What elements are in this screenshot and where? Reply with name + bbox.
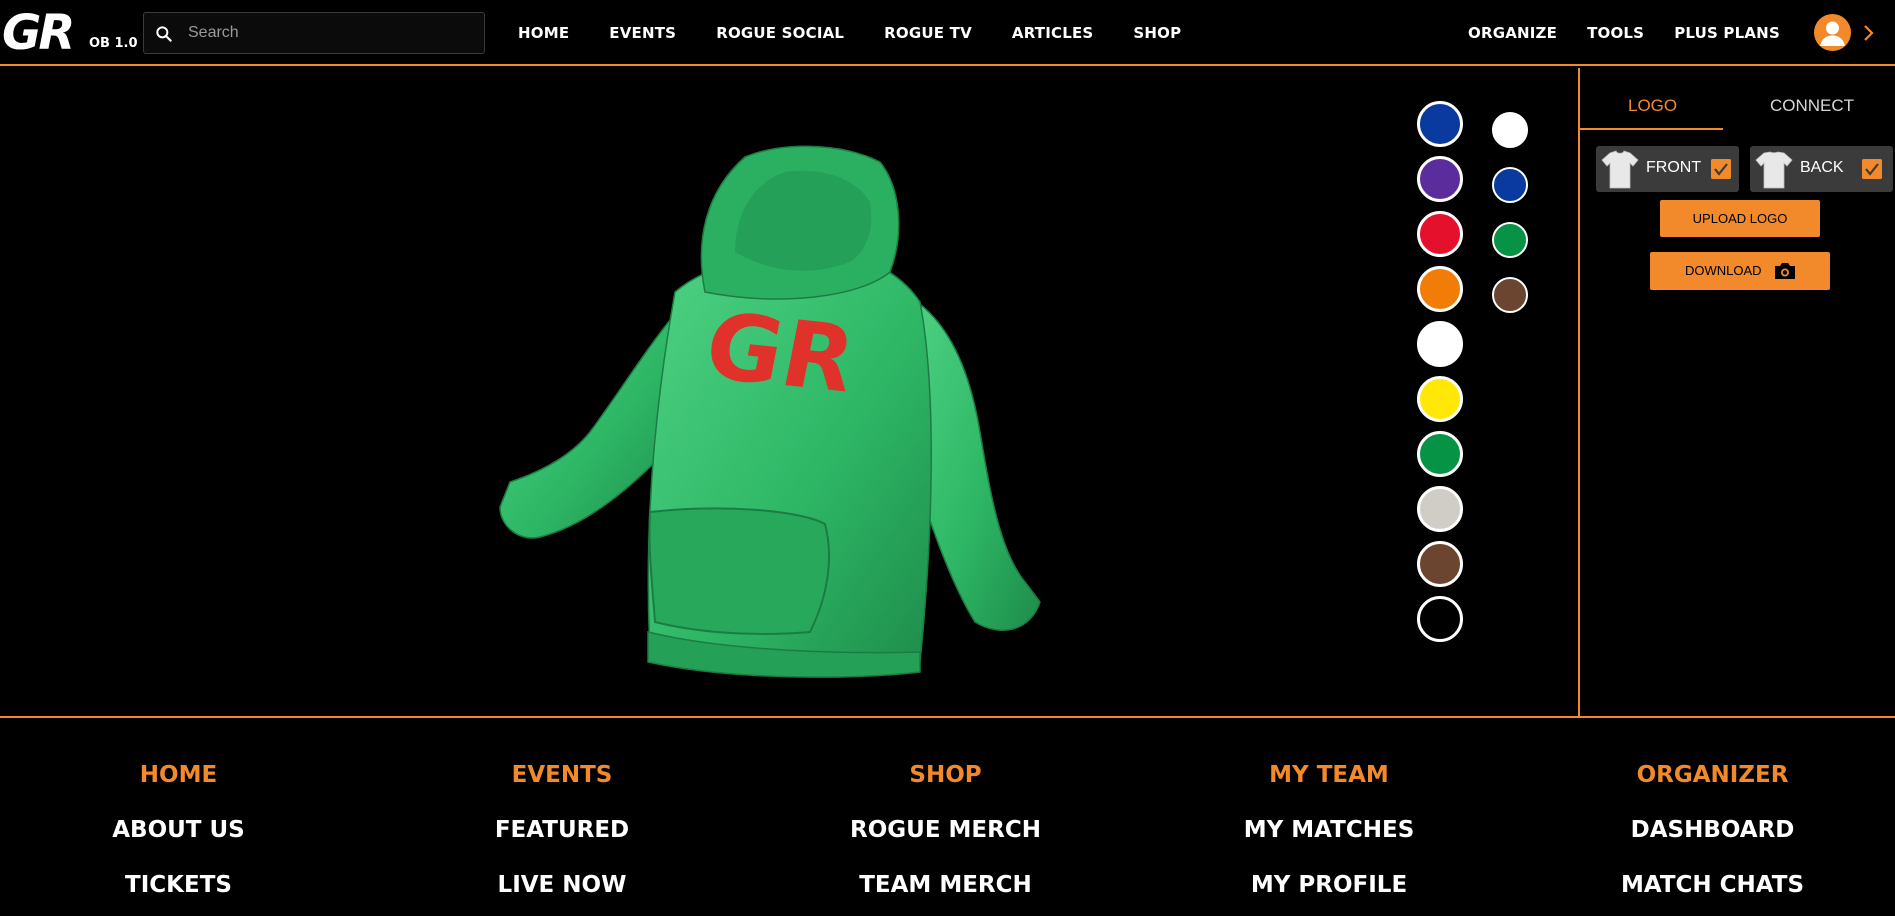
footer-link[interactable]: MY PROFILE [1138, 872, 1521, 898]
search-box [143, 12, 485, 54]
top-header: GR OB 1.0 HOME EVENTS ROGUE SOCIAL ROGUE… [0, 0, 1895, 66]
footer-link[interactable]: ABOUT US [0, 817, 370, 843]
camera-icon [1775, 263, 1795, 279]
logo-wordmark: GR [2, 5, 75, 61]
footer-link[interactable]: FEATURED [371, 817, 754, 843]
nav-plus-plans[interactable]: PLUS PLANS [1674, 24, 1780, 42]
accent-color-swatch[interactable] [1492, 222, 1528, 258]
nav-tools[interactable]: TOOLS [1587, 24, 1644, 42]
color-swatch[interactable] [1417, 596, 1463, 642]
back-label: BACK [1800, 159, 1844, 176]
nav-events[interactable]: EVENTS [609, 24, 676, 42]
footer-heading[interactable]: EVENTS [371, 762, 754, 788]
accent-color-swatch[interactable] [1492, 277, 1528, 313]
accent-color-swatch[interactable] [1492, 112, 1528, 148]
footer-link[interactable]: ROGUE MERCH [754, 817, 1137, 843]
footer-link[interactable]: DASHBOARD [1521, 817, 1895, 843]
user-icon [1820, 21, 1845, 46]
front-label: FRONT [1646, 159, 1702, 176]
search-icon [156, 26, 172, 42]
hoodie-preview[interactable]: GR [480, 132, 1120, 732]
footer-heading[interactable]: MY TEAM [1138, 762, 1521, 788]
nav-organize[interactable]: ORGANIZE [1468, 24, 1557, 42]
secondary-nav: ORGANIZE TOOLS PLUS PLANS [1468, 0, 1810, 66]
back-logo-toggle[interactable]: BACK [1750, 146, 1893, 192]
hoodie-print-logo: GR [708, 291, 854, 414]
front-logo-toggle[interactable]: FRONT [1596, 146, 1739, 192]
color-swatch[interactable] [1417, 266, 1463, 312]
nav-rogue-social[interactable]: ROGUE SOCIAL [716, 24, 844, 42]
tab-logo[interactable]: LOGO [1628, 96, 1677, 116]
color-swatch[interactable] [1417, 321, 1463, 367]
shirt-back-icon [1755, 151, 1793, 189]
accent-color-swatch[interactable] [1492, 167, 1528, 203]
color-swatch[interactable] [1417, 376, 1463, 422]
chevron-right-icon[interactable] [1862, 22, 1876, 44]
color-swatch[interactable] [1417, 211, 1463, 257]
site-footer: HOME ABOUT US TICKETS EVENTS FEATURED LIVE NO… [0, 718, 1895, 916]
nav-home[interactable]: HOME [518, 24, 569, 42]
nav-rogue-tv[interactable]: ROGUE TV [884, 24, 972, 42]
search-input[interactable] [188, 13, 478, 53]
download-button[interactable]: DOWNLOAD [1650, 252, 1830, 290]
user-avatar[interactable] [1814, 14, 1851, 51]
color-swatch[interactable] [1417, 156, 1463, 202]
color-swatch[interactable] [1417, 101, 1463, 147]
customize-panel: LOGO CONNECT FRONT BACK UPLOAD LOGO DOWN… [1580, 68, 1895, 718]
upload-logo-button[interactable]: UPLOAD LOGO [1660, 200, 1820, 237]
footer-heading[interactable]: SHOP [754, 762, 1137, 788]
product-viewer: GR [0, 68, 1578, 762]
footer-link[interactable]: MATCH CHATS [1521, 872, 1895, 898]
active-tab-indicator [1580, 128, 1723, 130]
footer-heading[interactable]: HOME [0, 762, 370, 788]
footer-link[interactable]: LIVE NOW [371, 872, 754, 898]
main-nav: HOME EVENTS ROGUE SOCIAL ROGUE TV ARTICL… [518, 0, 1221, 66]
color-swatch[interactable] [1417, 431, 1463, 477]
color-swatch[interactable] [1417, 486, 1463, 532]
color-swatch[interactable] [1417, 541, 1463, 587]
tab-connect[interactable]: CONNECT [1770, 96, 1854, 116]
footer-link[interactable]: MY MATCHES [1138, 817, 1521, 843]
version-badge: OB 1.0 [89, 36, 138, 51]
back-checkbox[interactable] [1862, 159, 1882, 179]
shirt-front-icon [1601, 150, 1639, 189]
download-label: DOWNLOAD [1685, 263, 1762, 278]
front-checkbox[interactable] [1711, 159, 1731, 179]
nav-articles[interactable]: ARTICLES [1012, 24, 1094, 42]
footer-link[interactable]: TEAM MERCH [754, 872, 1137, 898]
footer-heading[interactable]: ORGANIZER [1521, 762, 1895, 788]
nav-shop[interactable]: SHOP [1133, 24, 1181, 42]
footer-link[interactable]: TICKETS [0, 872, 370, 898]
